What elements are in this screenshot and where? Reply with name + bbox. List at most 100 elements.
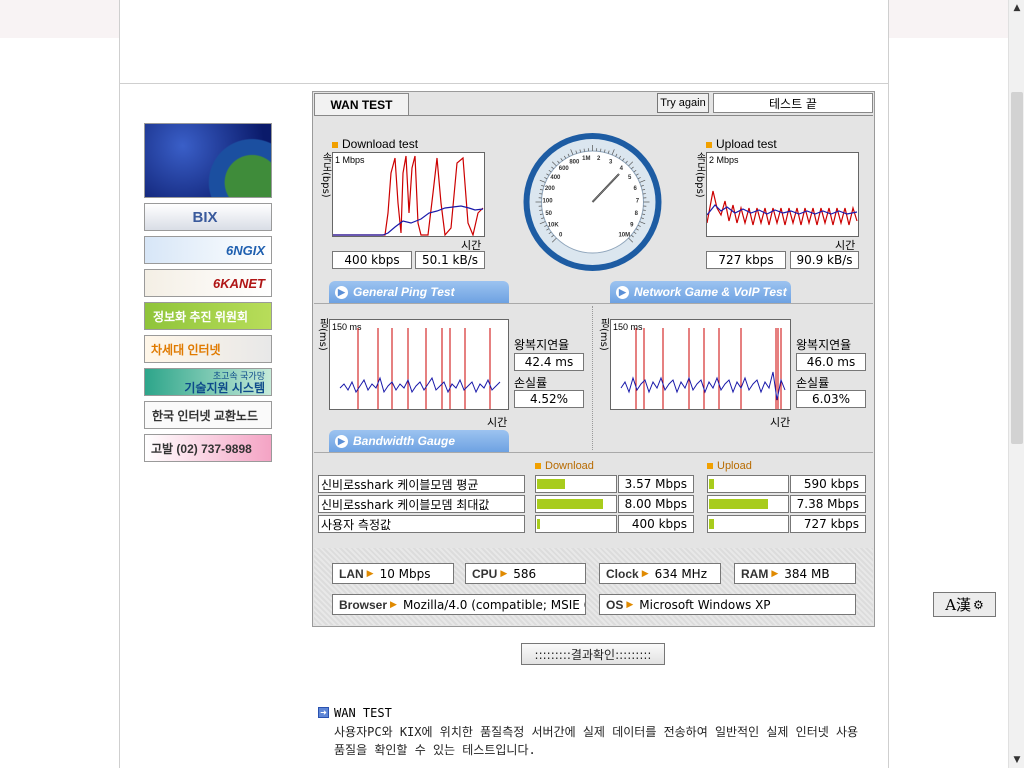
triangle-right-icon: ▶ (771, 568, 779, 579)
triangle-right-icon: ▶ (366, 568, 374, 579)
clock-value: 634 MHz (654, 566, 708, 581)
download-title: Download test (332, 137, 418, 151)
vertical-divider (592, 306, 593, 450)
banner-globe[interactable] (144, 123, 272, 198)
download-bar (535, 475, 617, 493)
arrow-right-icon: ▶ (616, 285, 629, 299)
banner-next-internet[interactable]: 차세대 인터넷 (144, 335, 272, 363)
section-divider (314, 452, 873, 453)
cpu-value: 586 (513, 566, 537, 581)
upload-title-text: Upload test (716, 137, 777, 151)
banner-info-committee[interactable]: 정보화 추진 위원회 (144, 302, 272, 330)
upload-ylabel: 속도(bps) (694, 152, 705, 198)
bullet-icon (535, 463, 541, 470)
download-title-text: Download test (342, 137, 419, 151)
os-info: OS ▶ Microsoft Windows XP (599, 594, 856, 615)
gauge-tick-label: 100 (543, 198, 554, 204)
game-loss-label: 손실률 (796, 376, 830, 390)
ram-key: RAM (741, 566, 769, 581)
game-xlabel: 시간 (770, 416, 791, 429)
download-ylabel: 속도(bps) (320, 152, 331, 198)
ping-test-header-label: General Ping Test (353, 285, 455, 299)
lan-key: LAN (339, 566, 364, 581)
triangle-right-icon: ▶ (626, 599, 634, 610)
gauge-tick-label: 800 (569, 159, 580, 165)
gauge-tick-label: 10K (548, 222, 560, 228)
ping-rtt-value: 42.4 ms (514, 353, 584, 371)
banner-tech-support[interactable]: 초고속 국가망 기술지원 시스템 (144, 368, 272, 396)
download-speed: 400 kbps (332, 251, 412, 269)
download-graph: 1 Mbps (332, 152, 485, 237)
bullet-icon (332, 141, 338, 148)
ime-tool-icon: ⚙ (973, 597, 984, 612)
banner-6ngix[interactable]: 6NGIX (144, 236, 272, 264)
gauge-tick-label: 600 (559, 166, 570, 172)
upload-title: Upload test (706, 137, 777, 151)
game-test-header: ▶ Network Game & VoIP Test (610, 281, 791, 303)
upload-bar-value: 727 kbps (790, 515, 866, 533)
download-rate: 50.1 kB/s (415, 251, 485, 269)
lan-info: LAN ▶ 10 Mbps (332, 563, 454, 584)
vertical-scrollbar[interactable]: ▲ ▼ (1008, 0, 1024, 768)
banner-report[interactable]: 고발 (02) 737-9898 (144, 434, 272, 462)
cpu-info: CPU ▶ 586 (465, 563, 586, 584)
description-title: WAN TEST (334, 706, 392, 720)
description-body: 사용자PC와 KIX에 위치한 품질측정 서버간에 실제 데이터를 전송하여 일… (334, 725, 859, 757)
game-ylabel: 핑(ms) (598, 318, 609, 351)
status-field: 테스트 끝 (713, 93, 873, 113)
bandwidth-row-label: 신비로sshark 케이블모뎀 최대값 (318, 495, 525, 513)
bandwidth-header-label: Bandwidth Gauge (353, 434, 455, 448)
banner-6kanet[interactable]: 6KANET (144, 269, 272, 297)
ping-xlabel: 시간 (487, 416, 508, 429)
gauge-tick-label: 400 (550, 175, 561, 181)
legend-download-label: Download (545, 460, 594, 472)
ping-loss-label: 손실률 (514, 376, 548, 390)
game-loss-value: 6.03% (796, 390, 866, 408)
download-bar-value: 8.00 Mbps (618, 495, 694, 513)
os-value: Microsoft Windows XP (639, 597, 771, 612)
bandwidth-header: ▶ Bandwidth Gauge (329, 430, 509, 452)
confirm-result-button[interactable]: :::::::::결과확인::::::::: (521, 643, 665, 665)
banner-kix[interactable]: 한국 인터넷 교환노드 (144, 401, 272, 429)
upload-bar (707, 495, 789, 513)
bandwidth-row-label: 신비로sshark 케이블모뎀 평균 (318, 475, 525, 493)
upload-speed: 727 kbps (706, 251, 786, 269)
ram-value: 384 MB (784, 566, 830, 581)
gauge-tick-label: 50 (545, 211, 552, 217)
upload-bar-fill (709, 519, 714, 529)
gauge-tick-label: 200 (545, 186, 556, 192)
ram-info: RAM ▶ 384 MB (734, 563, 856, 584)
upload-bar (707, 515, 789, 533)
game-test-header-label: Network Game & VoIP Test (634, 285, 787, 299)
try-again-button[interactable]: Try again (657, 93, 709, 113)
triangle-right-icon: ▶ (641, 568, 649, 579)
bullet-icon (706, 141, 712, 148)
scroll-down-arrow-icon[interactable]: ▼ (1009, 752, 1024, 768)
tab-wan-test[interactable]: WAN TEST (314, 93, 409, 115)
banner-bix[interactable]: BIX (144, 203, 272, 231)
clock-key: Clock (606, 566, 639, 581)
triangle-right-icon: ▶ (390, 599, 397, 610)
download-bar-fill (537, 499, 603, 509)
upload-bar (707, 475, 789, 493)
legend-upload: Upload (707, 460, 752, 472)
triangle-right-icon: ▶ (500, 568, 508, 579)
scroll-up-arrow-icon[interactable]: ▲ (1009, 0, 1024, 16)
banner-tech-support-label: 기술지원 시스템 (184, 381, 265, 395)
upload-bar-fill (709, 499, 768, 509)
upload-graph: 2 Mbps (706, 152, 859, 237)
clock-info: Clock ▶ 634 MHz (599, 563, 721, 584)
speed-gauge: 0 10K 50 100 200 400 600 800 1M 2 3 4 5 6 7 8 9 10M (521, 132, 664, 272)
gauge-tick-label: 1M (582, 156, 590, 162)
header-divider (119, 83, 889, 84)
scrollbar-thumb[interactable] (1011, 92, 1023, 444)
ime-label: A漢 (945, 596, 972, 614)
ping-loss-value: 4.52% (514, 390, 584, 408)
lan-value: 10 Mbps (379, 566, 431, 581)
ime-indicator[interactable]: A漢 ⚙ (933, 592, 996, 617)
gauge-tick-label: 10M (618, 232, 630, 238)
browser-key: Browser (339, 597, 388, 612)
cpu-key: CPU (472, 566, 498, 581)
ping-rtt-label: 왕복지연율 (514, 338, 570, 352)
bullet-icon (707, 463, 713, 470)
